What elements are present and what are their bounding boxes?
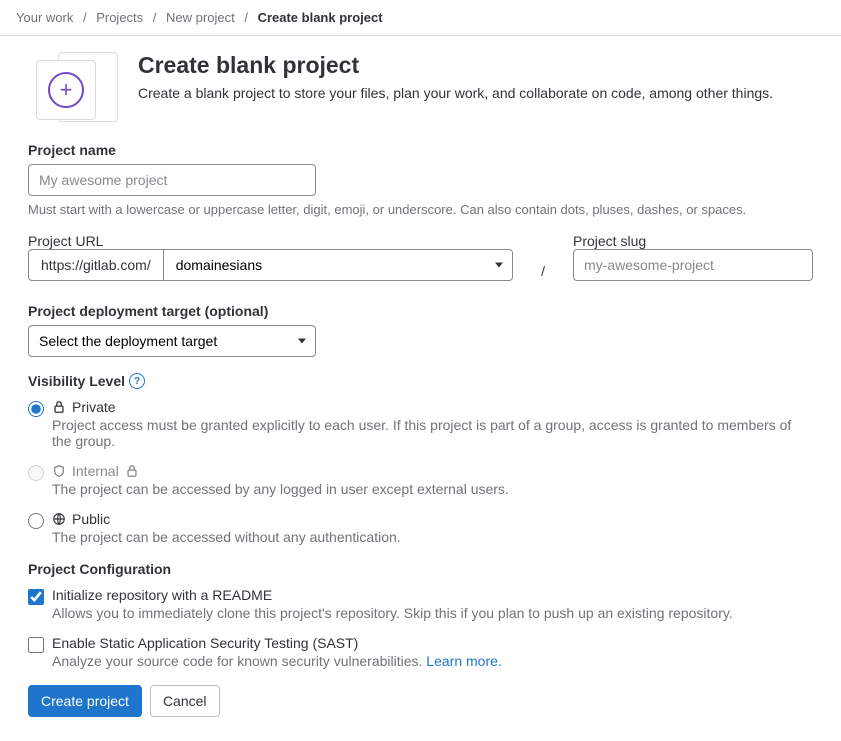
help-icon[interactable]: ?	[129, 373, 145, 389]
url-prefix: https://gitlab.com/	[28, 249, 164, 281]
project-url-label: Project URL	[28, 233, 103, 249]
lock-icon	[52, 400, 66, 414]
deployment-select[interactable]: Select the deployment target	[28, 325, 316, 357]
create-project-button[interactable]: Create project	[28, 685, 142, 717]
visibility-private-desc: Project access must be granted explicitl…	[52, 417, 813, 449]
plus-icon: +	[48, 72, 84, 108]
visibility-internal-desc: The project can be accessed by any logge…	[52, 481, 813, 497]
shield-icon	[52, 464, 66, 478]
project-slug-input[interactable]	[573, 249, 813, 281]
visibility-public-desc: The project can be accessed without any …	[52, 529, 813, 545]
breadcrumb-separator: /	[83, 10, 87, 25]
namespace-select[interactable]: domainesians	[164, 249, 513, 281]
sast-title: Enable Static Application Security Testi…	[52, 635, 813, 651]
visibility-internal-title: Internal	[72, 463, 119, 479]
breadcrumb-new-project[interactable]: New project	[166, 10, 235, 25]
project-name-help: Must start with a lowercase or uppercase…	[28, 202, 813, 217]
cancel-button[interactable]: Cancel	[150, 685, 220, 717]
lock-icon	[125, 464, 139, 478]
sast-checkbox[interactable]	[28, 637, 44, 653]
visibility-public-radio[interactable]	[28, 513, 44, 529]
sast-desc: Analyze your source code for known secur…	[52, 653, 813, 669]
breadcrumb: Your work / Projects / New project / Cre…	[0, 0, 841, 36]
project-slug-label: Project slug	[573, 233, 646, 249]
page-subtitle: Create a blank project to store your fil…	[138, 85, 773, 101]
breadcrumb-separator: /	[153, 10, 157, 25]
config-heading: Project Configuration	[28, 561, 813, 577]
readme-desc: Allows you to immediately clone this pro…	[52, 605, 813, 621]
project-name-input[interactable]	[28, 164, 316, 196]
readme-checkbox[interactable]	[28, 589, 44, 605]
deployment-label: Project deployment target (optional)	[28, 303, 813, 319]
breadcrumb-separator: /	[244, 10, 248, 25]
visibility-private-radio[interactable]	[28, 401, 44, 417]
globe-icon	[52, 512, 66, 526]
readme-title: Initialize repository with a README	[52, 587, 813, 603]
page-title: Create blank project	[138, 52, 773, 79]
visibility-internal-radio	[28, 465, 44, 481]
visibility-public-title: Public	[72, 511, 110, 527]
sast-learn-more-link[interactable]: Learn more.	[426, 653, 501, 669]
url-separator: /	[529, 255, 557, 287]
visibility-private-title: Private	[72, 399, 116, 415]
breadcrumb-projects[interactable]: Projects	[96, 10, 143, 25]
breadcrumb-your-work[interactable]: Your work	[16, 10, 73, 25]
visibility-label: Visibility Level	[28, 373, 125, 389]
breadcrumb-current: Create blank project	[258, 10, 383, 25]
project-icon-tile: +	[28, 52, 118, 122]
project-name-label: Project name	[28, 142, 813, 158]
